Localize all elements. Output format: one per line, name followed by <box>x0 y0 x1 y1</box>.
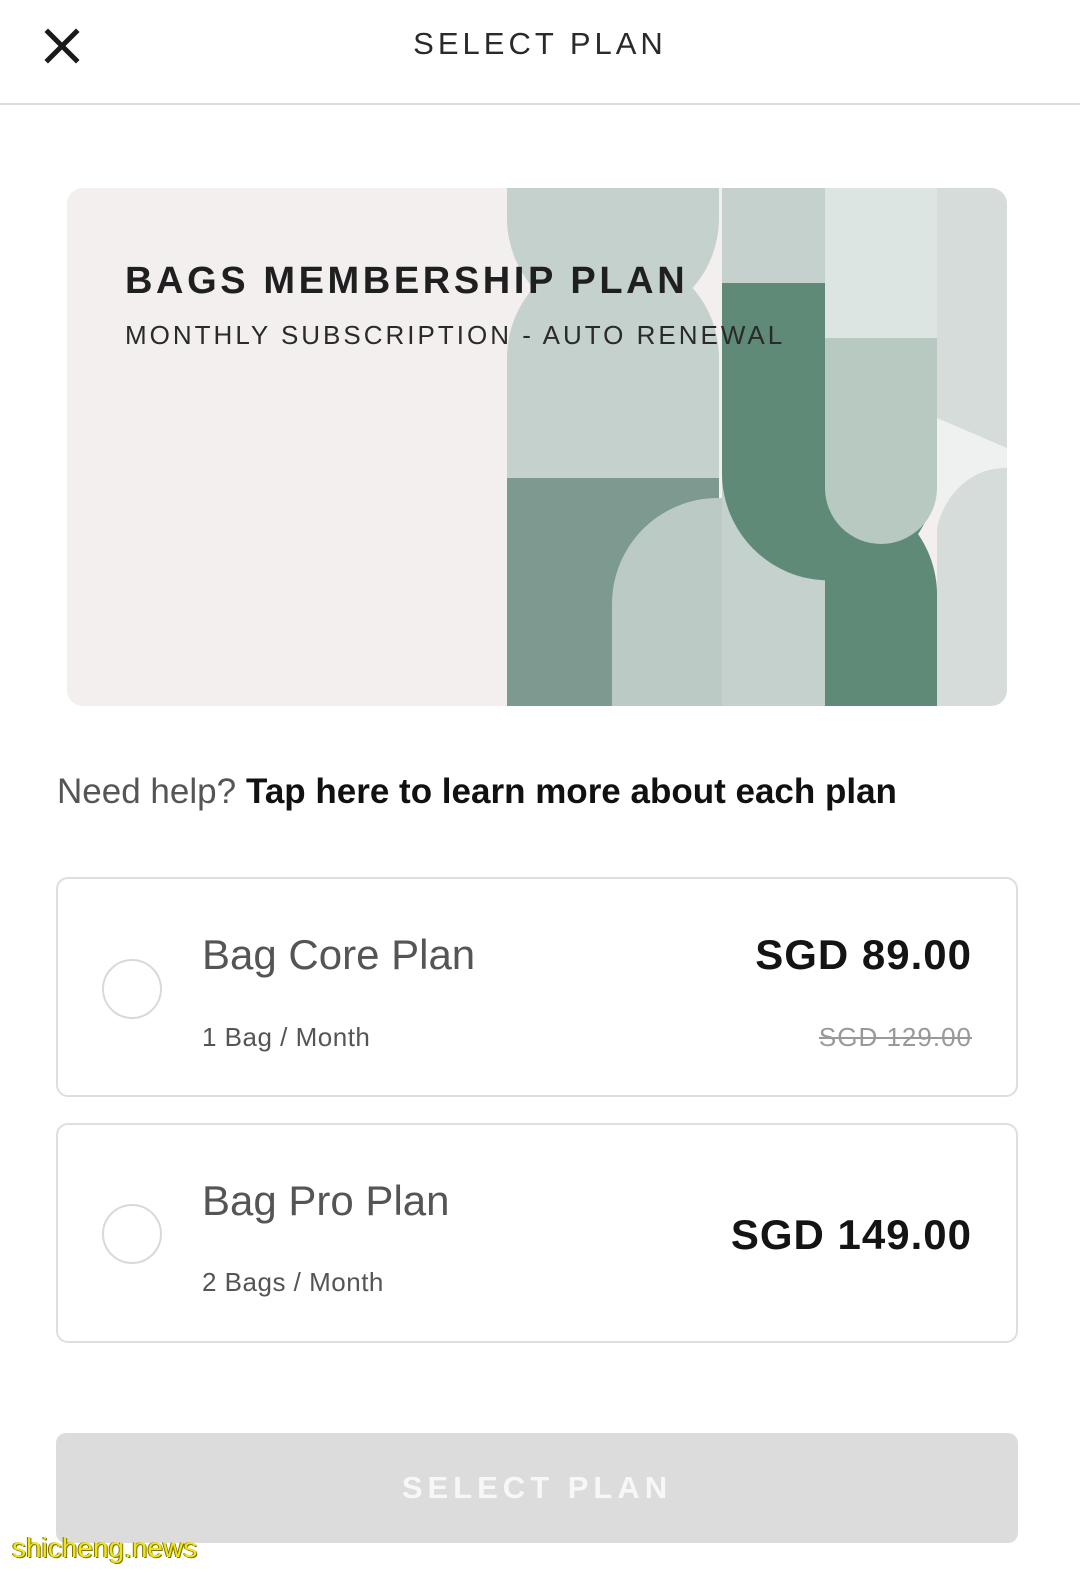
page-title: SELECT PLAN <box>413 26 667 61</box>
plan-name: Bag Core Plan <box>202 931 476 978</box>
learn-more-link[interactable]: Tap here to learn more about each plan <box>246 772 897 811</box>
plan-name: Bag Pro Plan <box>202 1177 450 1224</box>
radio-button[interactable] <box>102 959 162 1019</box>
membership-banner: BAGS MEMBERSHIP PLAN MONTHLY SUBSCRIPTIO… <box>67 188 1007 706</box>
plan-price: SGD 149.00 <box>730 1211 972 1258</box>
plan-option-core[interactable]: Bag Core Plan 1 Bag / Month SGD 89.00 SG… <box>56 877 1018 1097</box>
select-plan-button[interactable]: SELECT PLAN <box>56 1433 1018 1543</box>
plan-option-pro[interactable]: Bag Pro Plan 2 Bags / Month SGD 149.00 <box>56 1123 1018 1343</box>
watermark: shicheng.news <box>12 1532 198 1563</box>
plan-description: 1 Bag / Month <box>202 1022 371 1052</box>
plan-original-price: SGD 129.00 <box>818 1022 972 1052</box>
plan-description: 2 Bags / Month <box>202 1267 384 1297</box>
radio-button[interactable] <box>102 1204 162 1264</box>
app-header: SELECT PLAN <box>0 0 1080 105</box>
plan-price: SGD 89.00 <box>755 931 972 978</box>
help-prefix: Need help? <box>57 772 237 811</box>
plan-banner-title: BAGS MEMBERSHIP PLAN <box>125 260 689 302</box>
help-row: Need help? Tap here to learn more about e… <box>57 772 897 812</box>
plan-banner-subtitle: MONTHLY SUBSCRIPTION - AUTO RENEWAL <box>125 320 786 350</box>
